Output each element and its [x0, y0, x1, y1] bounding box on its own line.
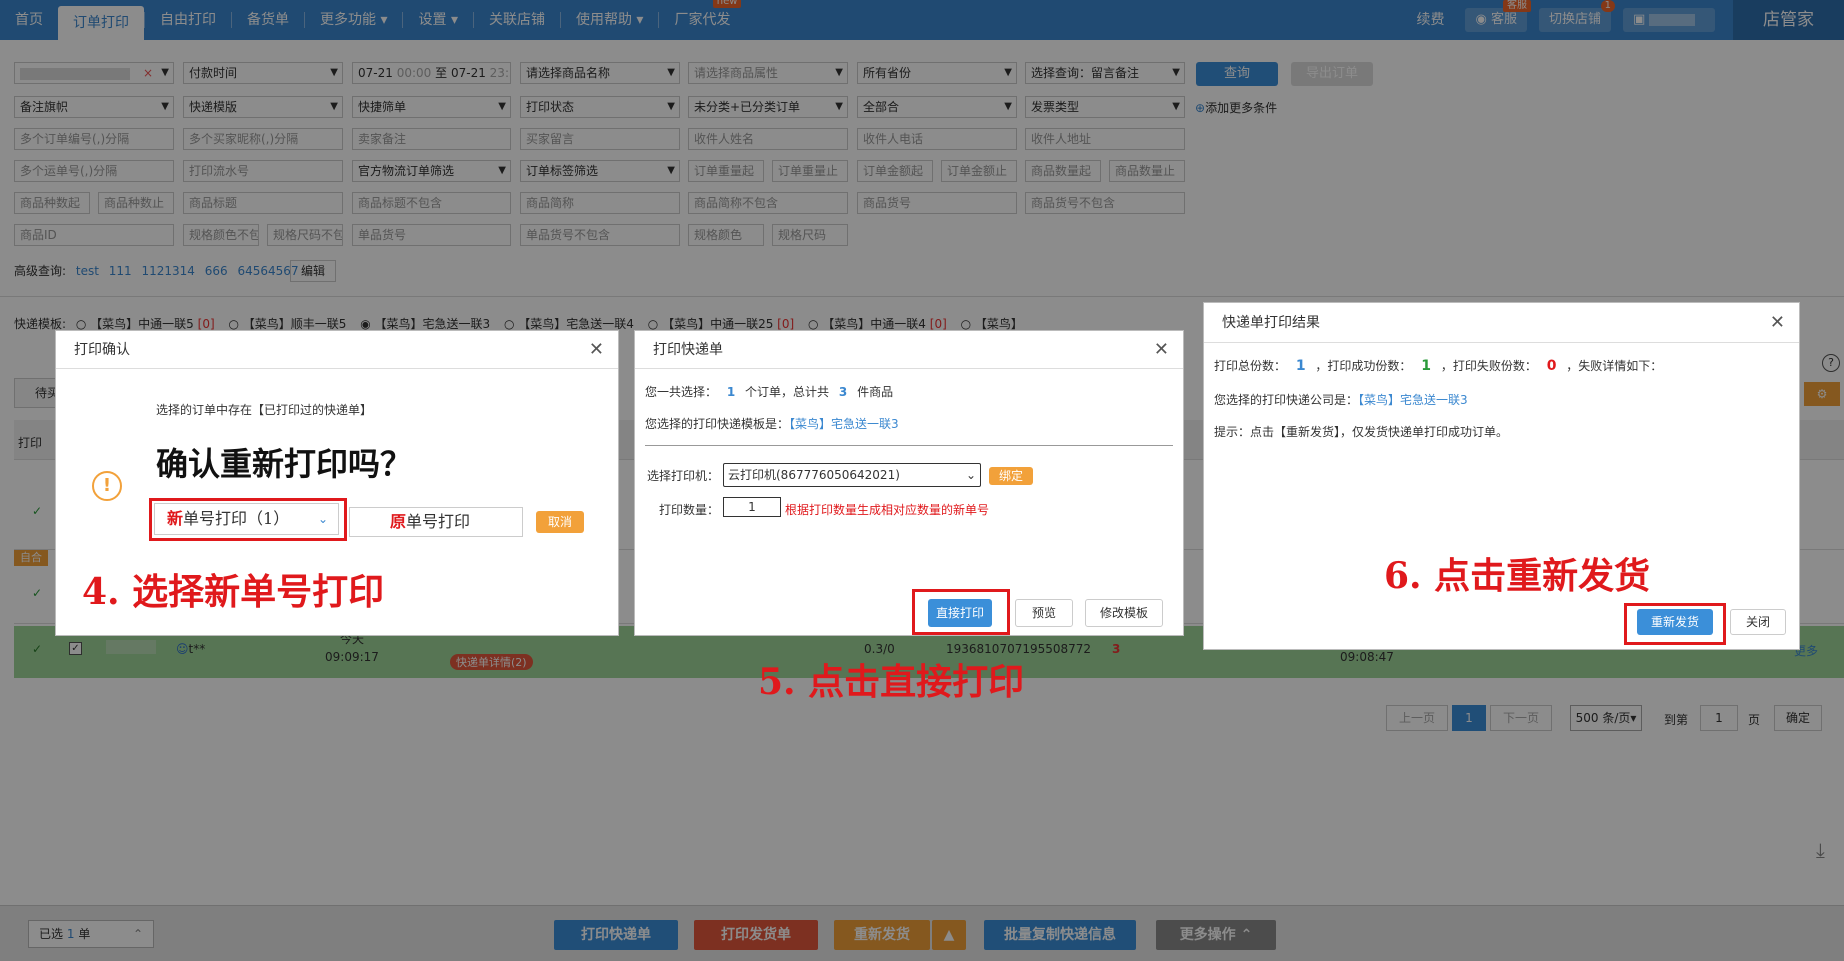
order-count: 1 [726, 385, 736, 399]
warning-icon: ! [92, 471, 122, 501]
preview-button[interactable]: 预览 [1015, 599, 1073, 627]
company-summary: 您选择的打印快递公司是：【菜鸟】宅急送一联3 [1214, 391, 1468, 408]
close-icon[interactable]: ✕ [1154, 331, 1169, 369]
fail-count: 0 [1546, 358, 1557, 374]
fail-label: ，打印失败份数： [1440, 359, 1537, 373]
step6-annotation: 6. 点击重新发货 [1384, 555, 1651, 597]
company-prefix: 您选择的打印快递公司是： [1214, 393, 1359, 407]
highlight-frame-new-print [149, 498, 347, 541]
summary-suffix: 件商品 [857, 385, 894, 399]
close-icon[interactable]: ✕ [589, 331, 604, 369]
printer-label: 选择打印机： [647, 469, 720, 483]
print-waybill-dialog: 打印快递单 ✕ 您一共选择： 1 个订单，总计共 3 件商品 您选择的打印快递模板… [634, 330, 1184, 636]
total-label: 打印总份数： [1214, 359, 1287, 373]
dialog-title: 快递单打印结果 [1222, 315, 1320, 331]
highlight-frame-reship [1624, 603, 1726, 645]
print-confirm-dialog: 打印确认 ✕ 选择的订单中存在【已打印过的快递单】 ! 确认重新打印吗？ 新单号打… [55, 330, 619, 636]
divider [645, 445, 1173, 446]
success-count: 1 [1421, 358, 1432, 374]
print-qty-input[interactable]: 1 [723, 497, 781, 517]
chevron-down-icon: ⌄ [965, 468, 976, 482]
reprint-question: 确认重新打印吗？ [156, 445, 413, 483]
dialog-title: 打印确认 [74, 342, 130, 358]
reship-tip: 提示：点击【重新发货】，仅发货快递单打印成功订单。 [1214, 425, 1509, 439]
original-number-print-button[interactable]: 原单号打印 [349, 507, 523, 537]
cancel-button[interactable]: 取消 [536, 511, 584, 533]
item-count: 3 [838, 385, 848, 399]
print-result-dialog: 快递单打印结果 ✕ 打印总份数： 1 ，打印成功份数： 1 ，打印失败份数： 0 … [1203, 302, 1800, 650]
template-summary: 您选择的打印快递模板是：【菜鸟】宅急送一联3 [645, 415, 899, 432]
success-label: ，打印成功份数： [1315, 359, 1412, 373]
printer-select[interactable]: 云打印机(867776050642021) ⌄ [723, 463, 981, 487]
printer-value: 云打印机(867776050642021) [728, 468, 900, 482]
selection-summary: 您一共选择： 1 个订单，总计共 3 件商品 [645, 383, 893, 400]
template-prefix: 您选择的打印快递模板是： [645, 417, 790, 431]
step4-annotation: 4. 选择新单号打印 [82, 571, 385, 613]
dialog-title: 打印快递单 [653, 342, 723, 358]
step5-annotation: 5. 点击直接打印 [758, 661, 1025, 703]
company-name: 【菜鸟】宅急送一联3 [1358, 393, 1468, 407]
fail-suffix: ，失败详情如下： [1566, 359, 1663, 373]
qty-label: 打印数量： [659, 503, 720, 517]
summary-mid: 个订单，总计共 [745, 385, 830, 399]
bind-printer-button[interactable]: 绑定 [989, 467, 1033, 485]
orig-print-label: 单号打印 [406, 512, 471, 531]
qty-hint: 根据打印数量生成相对应数量的新单号 [785, 503, 990, 517]
edit-template-button[interactable]: 修改模板 [1085, 599, 1163, 627]
dialog-header: 打印确认 ✕ [56, 331, 618, 369]
reprint-notice: 选择的订单中存在【已打印过的快递单】 [156, 403, 373, 417]
print-result-summary: 打印总份数： 1 ，打印成功份数： 1 ，打印失败份数： 0 ，失败详情如下： [1214, 357, 1662, 374]
total-count: 1 [1295, 358, 1306, 374]
summary-prefix: 您一共选择： [645, 385, 718, 399]
dialog-header: 打印快递单 ✕ [635, 331, 1183, 369]
template-name: 【菜鸟】宅急送一联3 [789, 417, 899, 431]
highlight-frame-direct-print [912, 589, 1010, 635]
orig-char: 原 [390, 512, 407, 531]
dialog-header: 快递单打印结果 ✕ [1204, 303, 1799, 343]
close-icon[interactable]: ✕ [1770, 303, 1785, 343]
close-button[interactable]: 关闭 [1730, 609, 1786, 635]
